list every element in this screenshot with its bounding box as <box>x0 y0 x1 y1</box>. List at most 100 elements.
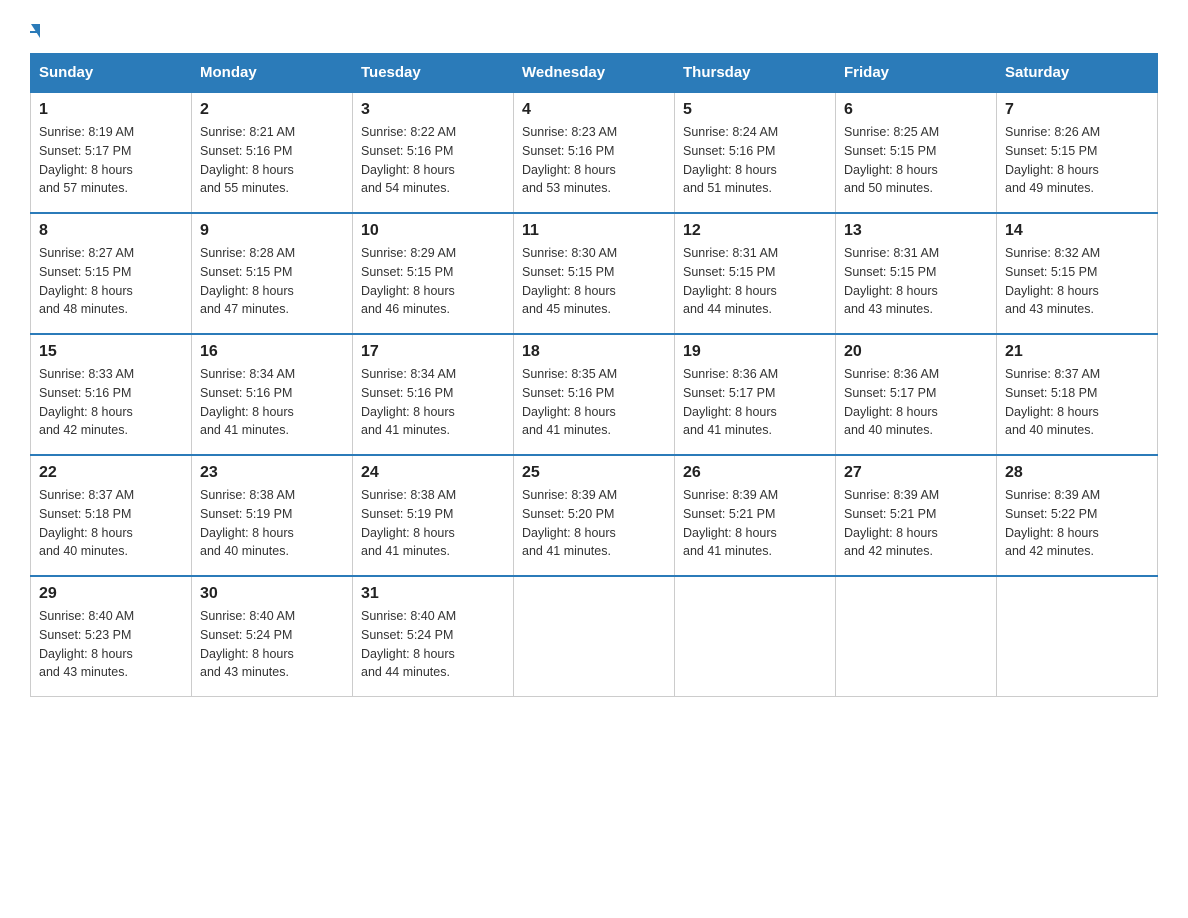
day-number: 25 <box>522 464 666 482</box>
calendar-cell: 22 Sunrise: 8:37 AMSunset: 5:18 PMDaylig… <box>31 455 192 576</box>
header-row: SundayMondayTuesdayWednesdayThursdayFrid… <box>31 54 1158 93</box>
header-monday: Monday <box>192 54 353 93</box>
day-info: Sunrise: 8:19 AMSunset: 5:17 PMDaylight:… <box>39 125 134 195</box>
calendar-cell: 31 Sunrise: 8:40 AMSunset: 5:24 PMDaylig… <box>353 576 514 697</box>
day-info: Sunrise: 8:25 AMSunset: 5:15 PMDaylight:… <box>844 125 939 195</box>
day-info: Sunrise: 8:34 AMSunset: 5:16 PMDaylight:… <box>200 367 295 437</box>
calendar-cell <box>675 576 836 697</box>
day-number: 17 <box>361 343 505 361</box>
day-number: 12 <box>683 222 827 240</box>
day-info: Sunrise: 8:36 AMSunset: 5:17 PMDaylight:… <box>683 367 778 437</box>
calendar-table: SundayMondayTuesdayWednesdayThursdayFrid… <box>30 53 1158 697</box>
day-info: Sunrise: 8:34 AMSunset: 5:16 PMDaylight:… <box>361 367 456 437</box>
calendar-cell: 5 Sunrise: 8:24 AMSunset: 5:16 PMDayligh… <box>675 92 836 213</box>
calendar-cell: 25 Sunrise: 8:39 AMSunset: 5:20 PMDaylig… <box>514 455 675 576</box>
day-info: Sunrise: 8:40 AMSunset: 5:24 PMDaylight:… <box>200 609 295 679</box>
calendar-cell: 6 Sunrise: 8:25 AMSunset: 5:15 PMDayligh… <box>836 92 997 213</box>
day-number: 9 <box>200 222 344 240</box>
day-info: Sunrise: 8:35 AMSunset: 5:16 PMDaylight:… <box>522 367 617 437</box>
week-row-2: 8 Sunrise: 8:27 AMSunset: 5:15 PMDayligh… <box>31 213 1158 334</box>
calendar-cell: 17 Sunrise: 8:34 AMSunset: 5:16 PMDaylig… <box>353 334 514 455</box>
day-number: 23 <box>200 464 344 482</box>
day-number: 14 <box>1005 222 1149 240</box>
calendar-cell <box>836 576 997 697</box>
day-number: 6 <box>844 101 988 119</box>
calendar-cell: 20 Sunrise: 8:36 AMSunset: 5:17 PMDaylig… <box>836 334 997 455</box>
day-number: 18 <box>522 343 666 361</box>
week-row-4: 22 Sunrise: 8:37 AMSunset: 5:18 PMDaylig… <box>31 455 1158 576</box>
calendar-cell: 24 Sunrise: 8:38 AMSunset: 5:19 PMDaylig… <box>353 455 514 576</box>
calendar-cell: 14 Sunrise: 8:32 AMSunset: 5:15 PMDaylig… <box>997 213 1158 334</box>
calendar-cell: 26 Sunrise: 8:39 AMSunset: 5:21 PMDaylig… <box>675 455 836 576</box>
calendar-cell: 11 Sunrise: 8:30 AMSunset: 5:15 PMDaylig… <box>514 213 675 334</box>
day-number: 13 <box>844 222 988 240</box>
day-number: 11 <box>522 222 666 240</box>
calendar-cell: 28 Sunrise: 8:39 AMSunset: 5:22 PMDaylig… <box>997 455 1158 576</box>
logo <box>30 20 40 33</box>
day-info: Sunrise: 8:30 AMSunset: 5:15 PMDaylight:… <box>522 246 617 316</box>
day-info: Sunrise: 8:40 AMSunset: 5:23 PMDaylight:… <box>39 609 134 679</box>
day-number: 10 <box>361 222 505 240</box>
day-info: Sunrise: 8:39 AMSunset: 5:21 PMDaylight:… <box>683 488 778 558</box>
calendar-cell <box>997 576 1158 697</box>
header-saturday: Saturday <box>997 54 1158 93</box>
day-number: 24 <box>361 464 505 482</box>
logo-arrow-icon <box>31 24 40 38</box>
day-info: Sunrise: 8:29 AMSunset: 5:15 PMDaylight:… <box>361 246 456 316</box>
day-number: 3 <box>361 101 505 119</box>
day-info: Sunrise: 8:21 AMSunset: 5:16 PMDaylight:… <box>200 125 295 195</box>
day-info: Sunrise: 8:27 AMSunset: 5:15 PMDaylight:… <box>39 246 134 316</box>
day-info: Sunrise: 8:23 AMSunset: 5:16 PMDaylight:… <box>522 125 617 195</box>
day-number: 7 <box>1005 101 1149 119</box>
day-info: Sunrise: 8:32 AMSunset: 5:15 PMDaylight:… <box>1005 246 1100 316</box>
day-number: 20 <box>844 343 988 361</box>
calendar-body: 1 Sunrise: 8:19 AMSunset: 5:17 PMDayligh… <box>31 92 1158 697</box>
day-number: 22 <box>39 464 183 482</box>
day-info: Sunrise: 8:36 AMSunset: 5:17 PMDaylight:… <box>844 367 939 437</box>
week-row-1: 1 Sunrise: 8:19 AMSunset: 5:17 PMDayligh… <box>31 92 1158 213</box>
day-info: Sunrise: 8:26 AMSunset: 5:15 PMDaylight:… <box>1005 125 1100 195</box>
calendar-cell: 15 Sunrise: 8:33 AMSunset: 5:16 PMDaylig… <box>31 334 192 455</box>
day-number: 29 <box>39 585 183 603</box>
day-info: Sunrise: 8:28 AMSunset: 5:15 PMDaylight:… <box>200 246 295 316</box>
day-number: 19 <box>683 343 827 361</box>
calendar-cell: 16 Sunrise: 8:34 AMSunset: 5:16 PMDaylig… <box>192 334 353 455</box>
day-number: 15 <box>39 343 183 361</box>
header-thursday: Thursday <box>675 54 836 93</box>
calendar-cell: 21 Sunrise: 8:37 AMSunset: 5:18 PMDaylig… <box>997 334 1158 455</box>
calendar-cell: 9 Sunrise: 8:28 AMSunset: 5:15 PMDayligh… <box>192 213 353 334</box>
day-number: 27 <box>844 464 988 482</box>
day-info: Sunrise: 8:31 AMSunset: 5:15 PMDaylight:… <box>683 246 778 316</box>
day-info: Sunrise: 8:40 AMSunset: 5:24 PMDaylight:… <box>361 609 456 679</box>
calendar-cell: 7 Sunrise: 8:26 AMSunset: 5:15 PMDayligh… <box>997 92 1158 213</box>
calendar-cell: 18 Sunrise: 8:35 AMSunset: 5:16 PMDaylig… <box>514 334 675 455</box>
day-info: Sunrise: 8:37 AMSunset: 5:18 PMDaylight:… <box>39 488 134 558</box>
day-number: 8 <box>39 222 183 240</box>
day-number: 1 <box>39 101 183 119</box>
day-number: 31 <box>361 585 505 603</box>
day-info: Sunrise: 8:38 AMSunset: 5:19 PMDaylight:… <box>200 488 295 558</box>
day-info: Sunrise: 8:39 AMSunset: 5:22 PMDaylight:… <box>1005 488 1100 558</box>
day-info: Sunrise: 8:39 AMSunset: 5:21 PMDaylight:… <box>844 488 939 558</box>
calendar-cell: 29 Sunrise: 8:40 AMSunset: 5:23 PMDaylig… <box>31 576 192 697</box>
calendar-cell: 27 Sunrise: 8:39 AMSunset: 5:21 PMDaylig… <box>836 455 997 576</box>
day-info: Sunrise: 8:38 AMSunset: 5:19 PMDaylight:… <box>361 488 456 558</box>
calendar-cell: 8 Sunrise: 8:27 AMSunset: 5:15 PMDayligh… <box>31 213 192 334</box>
week-row-5: 29 Sunrise: 8:40 AMSunset: 5:23 PMDaylig… <box>31 576 1158 697</box>
calendar-cell: 19 Sunrise: 8:36 AMSunset: 5:17 PMDaylig… <box>675 334 836 455</box>
calendar-cell: 23 Sunrise: 8:38 AMSunset: 5:19 PMDaylig… <box>192 455 353 576</box>
day-number: 28 <box>1005 464 1149 482</box>
day-info: Sunrise: 8:24 AMSunset: 5:16 PMDaylight:… <box>683 125 778 195</box>
header-tuesday: Tuesday <box>353 54 514 93</box>
day-number: 4 <box>522 101 666 119</box>
day-number: 26 <box>683 464 827 482</box>
week-row-3: 15 Sunrise: 8:33 AMSunset: 5:16 PMDaylig… <box>31 334 1158 455</box>
day-number: 16 <box>200 343 344 361</box>
page-header <box>30 20 1158 33</box>
day-number: 2 <box>200 101 344 119</box>
calendar-cell <box>514 576 675 697</box>
calendar-cell: 10 Sunrise: 8:29 AMSunset: 5:15 PMDaylig… <box>353 213 514 334</box>
day-number: 5 <box>683 101 827 119</box>
calendar-cell: 3 Sunrise: 8:22 AMSunset: 5:16 PMDayligh… <box>353 92 514 213</box>
calendar-cell: 30 Sunrise: 8:40 AMSunset: 5:24 PMDaylig… <box>192 576 353 697</box>
